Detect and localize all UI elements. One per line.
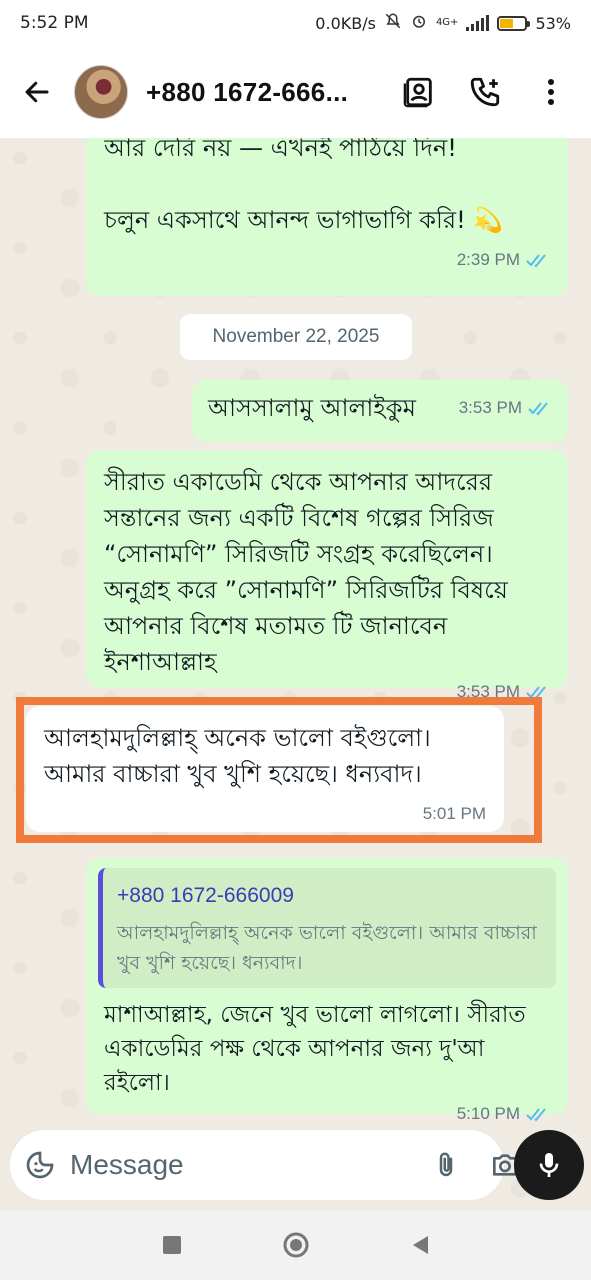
message-meta: 3:53 PM bbox=[459, 390, 552, 426]
contact-name[interactable]: +880 1672-666... bbox=[146, 77, 374, 108]
paperclip-icon bbox=[439, 1152, 453, 1177]
read-receipt-icon bbox=[526, 1106, 550, 1122]
mic-icon bbox=[539, 1153, 559, 1177]
add-call-button[interactable] bbox=[465, 72, 505, 112]
read-receipt-icon bbox=[526, 252, 550, 268]
alarm-icon bbox=[410, 12, 428, 34]
message-time: 2:39 PM bbox=[456, 250, 520, 269]
message-text: মাশাআল্লাহ, জেনে খুব ভালো লাগলো। সীরাত এ… bbox=[104, 1002, 526, 1096]
system-nav-bar bbox=[0, 1210, 591, 1280]
message-text: আসসালামু আলাইকুম bbox=[208, 394, 416, 422]
signal-icon bbox=[466, 15, 490, 31]
more-vert-icon bbox=[548, 79, 554, 105]
battery-percent: 53% bbox=[535, 13, 571, 33]
status-icons: 0.0KB/s 4G+ 53% bbox=[315, 12, 571, 34]
message-meta: 5:01 PM bbox=[44, 796, 486, 832]
network-type: 4G+ bbox=[435, 17, 459, 28]
mute-icon bbox=[384, 12, 402, 34]
message-text: আলহামদুলিল্লাহ্ অনেক ভালো বইগুলো। আমার ব… bbox=[44, 724, 431, 788]
chat-area[interactable]: আর দেরি নয় — এখনই পাঠিয়ে দিন! চলুন একস… bbox=[0, 138, 591, 1210]
message-text: সীরাত একাডেমি থেকে আপনার আদরের সন্তানের … bbox=[104, 468, 508, 676]
message-time: 3:53 PM bbox=[456, 682, 520, 701]
quoted-message[interactable]: +880 1672-666009 আলহামদুলিল্লাহ্ অনেক ভা… bbox=[98, 868, 556, 988]
more-options-button[interactable] bbox=[531, 72, 571, 112]
back-button[interactable] bbox=[14, 69, 60, 115]
message-bubble-outgoing[interactable]: +880 1672-666009 আলহামদুলিল্লাহ্ অনেক ভা… bbox=[86, 858, 568, 1123]
network-speed: 0.0KB/s bbox=[315, 13, 376, 33]
message-time: 5:10 PM bbox=[456, 1104, 520, 1123]
recents-button[interactable] bbox=[162, 1235, 182, 1255]
read-receipt-icon bbox=[528, 400, 552, 416]
status-time: 5:52 PM bbox=[20, 13, 89, 33]
triangle-back-icon bbox=[412, 1236, 428, 1254]
battery-icon bbox=[497, 15, 531, 31]
contact-card-icon bbox=[403, 77, 432, 108]
contact-card-button[interactable] bbox=[399, 72, 439, 112]
quoted-sender: +880 1672-666009 bbox=[117, 884, 294, 907]
message-meta: 2:39 PM bbox=[104, 242, 550, 278]
message-bubble-incoming[interactable]: আলহামদুলিল্লাহ্ অনেক ভালো বইগুলো। আমার ব… bbox=[26, 706, 504, 832]
message-bubble-outgoing[interactable]: সীরাত একাডেমি থেকে আপনার আদরের সন্তানের … bbox=[86, 450, 568, 701]
message-input[interactable] bbox=[70, 1149, 431, 1181]
date-separator: November 22, 2025 bbox=[180, 314, 412, 360]
back-arrow-icon bbox=[25, 81, 49, 103]
mic-button[interactable] bbox=[514, 1130, 584, 1200]
chat-header: +880 1672-666... bbox=[0, 46, 591, 138]
message-bubble-outgoing[interactable]: আসসালামু আলাইকুম 3:53 PM bbox=[192, 380, 568, 442]
square-icon bbox=[162, 1236, 181, 1254]
home-button[interactable] bbox=[282, 1231, 310, 1259]
message-text: চলুন একসাথে আনন্দ ভাগাভাগি করি! 💫 bbox=[104, 206, 504, 234]
message-time: 5:01 PM bbox=[422, 804, 486, 823]
message-meta: 5:10 PM bbox=[104, 1096, 550, 1132]
circle-icon bbox=[283, 1232, 308, 1258]
emoji-button[interactable] bbox=[24, 1149, 56, 1181]
quoted-text: আলহামদুলিল্লাহ্ অনেক ভালো বইগুলো। আমার ব… bbox=[117, 922, 537, 974]
avatar[interactable] bbox=[74, 65, 128, 119]
message-time: 3:53 PM bbox=[458, 398, 522, 417]
message-bubble-outgoing[interactable]: আর দেরি নয় — এখনই পাঠিয়ে দিন! চলুন একস… bbox=[86, 138, 568, 296]
attach-button[interactable] bbox=[431, 1150, 461, 1180]
emoji-sticker-icon bbox=[26, 1151, 54, 1179]
message-composer bbox=[10, 1130, 517, 1200]
status-bar: 5:52 PM 0.0KB/s 4G+ 53% bbox=[0, 0, 591, 46]
add-call-icon bbox=[470, 77, 500, 107]
read-receipt-icon bbox=[526, 684, 550, 700]
back-nav-button[interactable] bbox=[410, 1234, 430, 1256]
message-text-partial: আর দেরি নয় — এখনই পাঠিয়ে দিন! bbox=[104, 138, 457, 162]
